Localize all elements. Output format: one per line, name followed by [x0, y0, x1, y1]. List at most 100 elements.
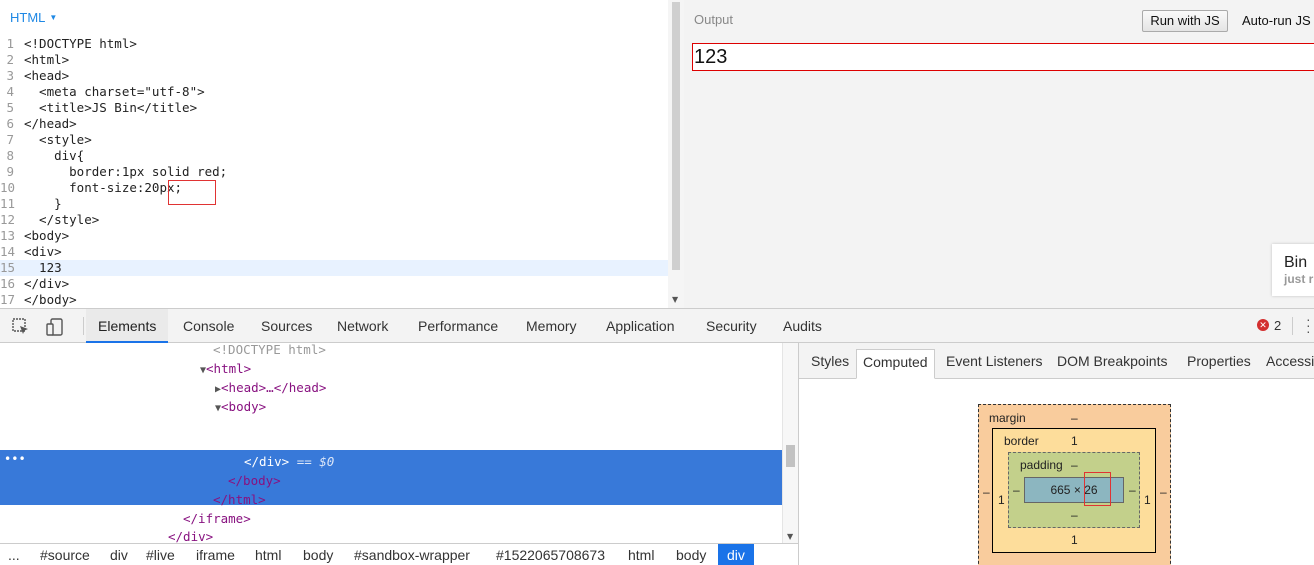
inspect-element-icon[interactable] [12, 318, 30, 340]
side-tab-computed[interactable]: Computed [856, 349, 935, 379]
side-tab-properties[interactable]: Properties [1187, 349, 1251, 379]
code-line-text: <head> [24, 68, 70, 83]
code-line[interactable]: 3 <head> [0, 68, 668, 84]
tab-audits[interactable]: Audits [771, 309, 834, 343]
line-number: 7 [6, 132, 14, 147]
code-line[interactable]: 5 <title>JS Bin</title> [0, 100, 668, 116]
node-actions-icon[interactable]: ••• [4, 452, 26, 466]
tab-console[interactable]: Console [171, 309, 246, 343]
scrollbar-thumb[interactable] [672, 2, 680, 270]
tree-node-html-close[interactable]: </html> [213, 490, 266, 509]
code-line[interactable]: 13 <body> [0, 228, 668, 244]
code-line[interactable]: 1 <!DOCTYPE html> [0, 36, 668, 52]
tree-node-body[interactable]: ▼<body> [215, 397, 266, 416]
scroll-down-arrow-icon[interactable]: ▼ [787, 532, 793, 541]
line-number: 12 [0, 212, 16, 227]
tree-node-iframe-close[interactable]: </iframe> [183, 509, 251, 528]
line-number: 13 [0, 228, 16, 243]
tree-node-head[interactable]: ▶<head>…</head> [215, 378, 326, 397]
code-line[interactable]: 17 </body> [0, 292, 668, 308]
breadcrumb-item[interactable]: body [303, 544, 333, 565]
bin-info-card[interactable]: Bin just r [1272, 244, 1314, 296]
panel-selector[interactable]: HTML ▼ [10, 10, 57, 25]
tab-network[interactable]: Network [325, 309, 400, 343]
breadcrumb-item[interactable]: div [110, 544, 128, 565]
margin-top-value[interactable]: – [1071, 411, 1078, 425]
dom-tree[interactable]: ••• <!DOCTYPE html> ▼<html> ▶<head>…</he… [0, 340, 782, 544]
tree-node-text[interactable]: 123 [259, 434, 282, 453]
side-tab-dom-breakpoints[interactable]: DOM Breakpoints [1057, 349, 1167, 379]
code-line-text: font-size:20px; [24, 180, 183, 195]
side-tab-accessi[interactable]: Accessi [1266, 349, 1314, 379]
margin-left-value[interactable]: – [983, 485, 990, 499]
padding-right-value[interactable]: – [1129, 483, 1136, 497]
line-number: 1 [6, 36, 14, 51]
bin-card-subtitle: just r [1284, 272, 1314, 286]
border-bottom-value[interactable]: 1 [1071, 533, 1078, 547]
code-line[interactable]: 15 123 [0, 260, 668, 276]
scrollbar-thumb[interactable] [786, 445, 795, 467]
tab-elements[interactable]: Elements [86, 309, 169, 343]
code-line[interactable]: 16 </div> [0, 276, 668, 292]
code-line[interactable]: 10 font-size:20px; [0, 180, 668, 196]
div-text-content: 123 [259, 436, 282, 451]
tab-memory[interactable]: Memory [514, 309, 589, 343]
border-right-value[interactable]: 1 [1144, 493, 1151, 507]
code-editor[interactable]: 1 <!DOCTYPE html> 2 <html> 3 <head> 4 <meta ch… [0, 36, 668, 308]
autorun-js-toggle[interactable]: Auto-run JS [1242, 13, 1311, 28]
error-count[interactable]: 2 [1274, 318, 1281, 333]
code-line-text: <meta charset="utf-8"> [24, 84, 205, 99]
breadcrumb-item[interactable]: #source [40, 544, 90, 565]
breadcrumb-item[interactable]: body [676, 544, 706, 565]
error-icon[interactable]: ✕ [1257, 319, 1269, 331]
breadcrumb-item[interactable]: #1522065708673 [496, 544, 605, 565]
breadcrumb-item[interactable]: iframe [196, 544, 235, 565]
border-top-value[interactable]: 1 [1071, 434, 1078, 448]
tab-application[interactable]: Application [594, 309, 687, 343]
side-tab-styles[interactable]: Styles [811, 349, 849, 379]
code-line[interactable]: 11 } [0, 196, 668, 212]
tab-security[interactable]: Security [694, 309, 769, 343]
code-line[interactable]: 6 </head> [0, 116, 668, 132]
breadcrumb-item[interactable]: #sandbox-wrapper [354, 544, 470, 565]
code-line-text: border:1px solid red; [24, 164, 228, 179]
doctype-text: <!DOCTYPE html> [213, 342, 326, 357]
tree-node-div-open[interactable]: <div> [244, 416, 282, 435]
run-with-js-button[interactable]: Run with JS [1142, 10, 1228, 32]
tree-scrollbar[interactable]: ▼ [782, 343, 798, 543]
more-options-icon[interactable]: · · · [1306, 312, 1311, 338]
margin-right-value[interactable]: – [1160, 485, 1167, 499]
breadcrumb-item[interactable]: #live [146, 544, 175, 565]
editor-scrollbar[interactable]: ▼ [668, 0, 684, 308]
side-tab-event-listeners[interactable]: Event Listeners [946, 349, 1043, 379]
line-number: 10 [0, 180, 16, 195]
tree-node-doctype[interactable]: <!DOCTYPE html> [213, 340, 326, 359]
padding-left-value[interactable]: – [1013, 483, 1020, 497]
content-width[interactable]: 665 [1050, 483, 1070, 497]
code-line[interactable]: 2 <html> [0, 52, 668, 68]
tab-performance[interactable]: Performance [406, 309, 510, 343]
selected-node-highlight[interactable]: ••• [0, 450, 782, 505]
breadcrumb-item[interactable]: ... [8, 544, 20, 565]
device-toolbar-icon[interactable] [46, 318, 64, 340]
outer-div-close-tag: </div> [168, 529, 214, 544]
code-line[interactable]: 9 border:1px solid red; [0, 164, 668, 180]
tab-sources[interactable]: Sources [249, 309, 324, 343]
code-line[interactable]: 14 <div> [0, 244, 668, 260]
breadcrumb-item[interactable]: div [718, 544, 754, 565]
breadcrumb-item[interactable]: html [628, 544, 654, 565]
code-line[interactable]: 7 <style> [0, 132, 668, 148]
padding-bottom-value[interactable]: – [1071, 508, 1078, 522]
scroll-down-arrow-icon[interactable]: ▼ [672, 295, 678, 304]
code-line[interactable]: 8 div{ [0, 148, 668, 164]
code-line[interactable]: 4 <meta charset="utf-8"> [0, 84, 668, 100]
border-left-value[interactable]: 1 [998, 493, 1005, 507]
breadcrumb-item[interactable]: html [255, 544, 281, 565]
tree-node-body-close[interactable]: </body> [228, 471, 281, 490]
annotation-highlight-box [1084, 472, 1111, 506]
tree-node-html[interactable]: ▼<html> [200, 359, 251, 378]
tree-node-div-close[interactable]: </div> == $0 [244, 452, 334, 471]
padding-top-value[interactable]: – [1071, 458, 1078, 472]
code-line[interactable]: 12 </style> [0, 212, 668, 228]
toolbar-divider [1292, 317, 1293, 335]
